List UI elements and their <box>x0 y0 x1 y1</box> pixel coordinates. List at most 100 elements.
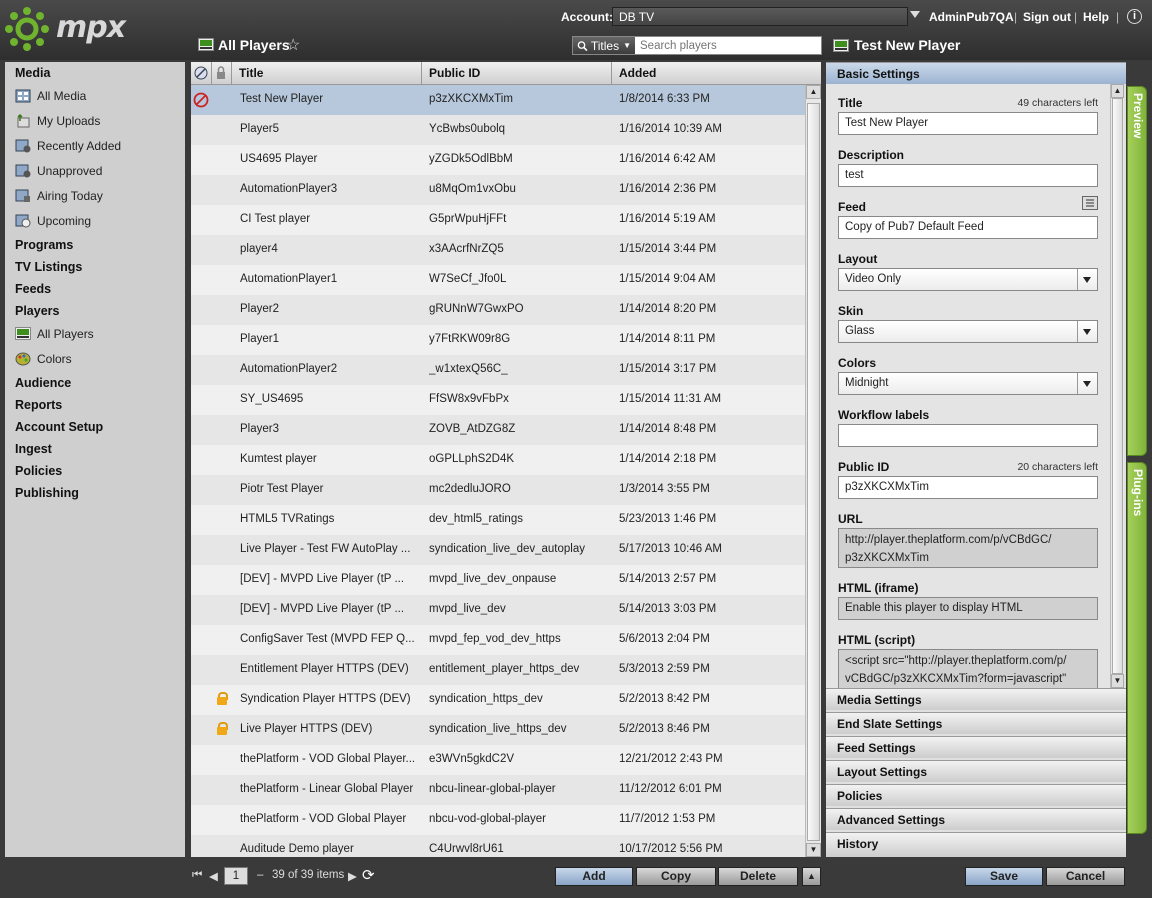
title-field[interactable]: Test New Player <box>838 112 1098 135</box>
copy-button[interactable]: Copy <box>636 867 716 886</box>
nav-my-uploads[interactable]: My Uploads <box>15 111 100 131</box>
table-row[interactable]: thePlatform - VOD Global Player nbcu-vod-… <box>191 805 805 835</box>
section-advanced-settings[interactable]: Advanced Settings <box>826 808 1126 830</box>
nav-tv-listings[interactable]: TV Listings <box>15 260 82 274</box>
table-row[interactable]: Player2 gRUNnW7GwxPO 1/14/2014 8:20 PM <box>191 295 805 325</box>
nav-publishing[interactable]: Publishing <box>15 486 79 500</box>
table-row[interactable]: Piotr Test Player mc2dedluJORO 1/3/2014 3:… <box>191 475 805 505</box>
section-layout-settings[interactable]: Layout Settings <box>826 760 1126 782</box>
table-row[interactable]: Player5 YcBwbs0ubolq 1/16/2014 10:39 AM <box>191 115 805 145</box>
scroll-thumb[interactable] <box>1112 98 1123 674</box>
chevron-down-icon[interactable] <box>1077 373 1097 394</box>
scroll-thumb[interactable] <box>807 103 820 841</box>
table-row[interactable]: AutomationPlayer3 u8MqOm1vxObu 1/16/2014 2… <box>191 175 805 205</box>
nav-unapproved[interactable]: Unapproved <box>15 161 102 181</box>
column-divider[interactable] <box>611 62 612 85</box>
html-script-field[interactable]: <script src="http://player.theplatform.c… <box>838 649 1098 688</box>
table-row[interactable]: Kumtest player oGPLLphS2D4K 1/14/2014 2:18… <box>191 445 805 475</box>
column-header-added[interactable]: Added <box>619 66 656 80</box>
section-history[interactable]: History <box>826 832 1126 857</box>
chevron-down-icon[interactable] <box>1077 321 1097 342</box>
description-field[interactable]: test <box>838 164 1098 187</box>
table-row[interactable]: AutomationPlayer2 _w1xtexQ56C_ 1/15/2014 3… <box>191 355 805 385</box>
lock-column-icon[interactable] <box>216 66 226 80</box>
feed-picker-icon[interactable] <box>1082 196 1098 210</box>
star-icon[interactable]: ☆ <box>286 35 300 55</box>
feed-field[interactable]: Copy of Pub7 Default Feed <box>838 216 1098 239</box>
first-page-icon[interactable]: ⏮ <box>192 869 202 882</box>
plugins-tab[interactable]: Plug-ins <box>1127 462 1147 834</box>
section-policies[interactable]: Policies <box>826 784 1126 806</box>
grid-scrollbar[interactable]: ▲ ▼ <box>805 85 821 857</box>
table-row[interactable]: ConfigSaver Test (MVPD FEP Q... mvpd_fep_… <box>191 625 805 655</box>
scroll-down-button[interactable]: ▼ <box>806 843 821 857</box>
table-row[interactable]: SY_US4695 FfSW8x9vFbPx 1/15/2014 11:31 AM <box>191 385 805 415</box>
user-name[interactable]: AdminPub7QA <box>929 10 1014 24</box>
nav-feeds[interactable]: Feeds <box>15 282 51 296</box>
public-id-field[interactable]: p3zXKCXMxTim <box>838 476 1098 499</box>
table-row[interactable]: thePlatform - Linear Global Player nbcu-l… <box>191 775 805 805</box>
table-row[interactable]: Syndication Player HTTPS (DEV) syndicatio… <box>191 685 805 715</box>
table-row[interactable]: [DEV] - MVPD Live Player (tP ... mvpd_liv… <box>191 565 805 595</box>
skin-select[interactable]: Glass <box>838 320 1098 343</box>
status-column-icon[interactable] <box>194 66 208 80</box>
table-row[interactable]: Auditude Demo player C4Urwvl8rU61 10/17/20… <box>191 835 805 857</box>
form-scrollbar[interactable]: ▲ ▼ <box>1110 84 1124 688</box>
table-row[interactable]: thePlatform - VOD Global Player... e3WVn5… <box>191 745 805 775</box>
preview-tab[interactable]: Preview <box>1127 86 1147 456</box>
scroll-up-button[interactable]: ▲ <box>1111 84 1124 98</box>
next-page-icon[interactable]: ▶ <box>348 869 357 883</box>
delete-button[interactable]: Delete <box>718 867 798 886</box>
colors-select[interactable]: Midnight <box>838 372 1098 395</box>
sign-out-link[interactable]: Sign out <box>1023 10 1071 24</box>
table-row[interactable]: [DEV] - MVPD Live Player (tP ... mvpd_liv… <box>191 595 805 625</box>
nav-account-setup[interactable]: Account Setup <box>15 420 103 434</box>
section-basic-settings[interactable]: Basic Settings <box>826 62 1126 84</box>
table-row[interactable]: Live Player HTTPS (DEV) syndication_live_… <box>191 715 805 745</box>
cancel-button[interactable]: Cancel <box>1046 867 1125 886</box>
section-end-slate-settings[interactable]: End Slate Settings <box>826 712 1126 734</box>
table-row[interactable]: player4 x3AAcrfNrZQ5 1/15/2014 3:44 PM <box>191 235 805 265</box>
table-row[interactable]: AutomationPlayer1 W7SeCf_Jfo0L 1/15/2014 9… <box>191 265 805 295</box>
scroll-down-button[interactable]: ▼ <box>1111 674 1124 688</box>
nav-programs[interactable]: Programs <box>15 238 73 252</box>
help-link[interactable]: Help <box>1083 10 1109 24</box>
table-row[interactable]: Player3 ZOVB_AtDZG8Z 1/14/2014 8:48 PM <box>191 415 805 445</box>
nav-all-players[interactable]: All Players <box>15 324 94 344</box>
nav-colors[interactable]: Colors <box>15 349 72 369</box>
search-input[interactable] <box>636 37 821 54</box>
chevron-down-icon[interactable] <box>910 11 920 18</box>
section-feed-settings[interactable]: Feed Settings <box>826 736 1126 758</box>
column-header-title[interactable]: Title <box>239 66 263 80</box>
table-row[interactable]: US4695 Player yZGDk5OdlBbM 1/16/2014 6:42 … <box>191 145 805 175</box>
table-row[interactable]: HTML5 TVRatings dev_html5_ratings 5/23/201… <box>191 505 805 535</box>
html-iframe-field[interactable]: Enable this player to display HTML <box>838 597 1098 620</box>
table-row[interactable]: Entitlement Player HTTPS (DEV) entitlemen… <box>191 655 805 685</box>
nav-audience[interactable]: Audience <box>15 376 71 390</box>
nav-recently-added[interactable]: Recently Added <box>15 136 121 156</box>
chevron-down-icon[interactable] <box>1077 269 1097 290</box>
nav-reports[interactable]: Reports <box>15 398 62 412</box>
table-row[interactable]: Live Player - Test FW AutoPlay ... syndic… <box>191 535 805 565</box>
info-icon[interactable]: i <box>1127 9 1142 24</box>
nav-media[interactable]: Media <box>15 66 50 80</box>
search-scope-button[interactable]: Titles ▼ <box>573 37 635 54</box>
page-number-input[interactable]: 1 <box>224 867 248 885</box>
nav-upcoming[interactable]: Upcoming <box>15 211 91 231</box>
nav-ingest[interactable]: Ingest <box>15 442 52 456</box>
nav-airing-today[interactable]: Airing Today <box>15 186 103 206</box>
save-button[interactable]: Save <box>965 867 1043 886</box>
column-header-public-id[interactable]: Public ID <box>429 66 480 80</box>
table-row[interactable]: Test New Player p3zXKCXMxTim 1/8/2014 6:33… <box>191 85 805 115</box>
section-media-settings[interactable]: Media Settings <box>826 688 1126 710</box>
column-divider[interactable] <box>421 62 422 85</box>
nav-all-media[interactable]: All Media <box>15 86 86 106</box>
scroll-up-button[interactable]: ▲ <box>806 85 821 99</box>
layout-select[interactable]: Video Only <box>838 268 1098 291</box>
account-select[interactable]: DB TV <box>612 7 908 26</box>
add-button[interactable]: Add <box>555 867 633 886</box>
prev-page-icon[interactable]: ◀ <box>209 869 218 883</box>
table-row[interactable]: Player1 y7FtRKW09r8G 1/14/2014 8:11 PM <box>191 325 805 355</box>
workflow-field[interactable] <box>838 424 1098 447</box>
nav-policies[interactable]: Policies <box>15 464 62 478</box>
